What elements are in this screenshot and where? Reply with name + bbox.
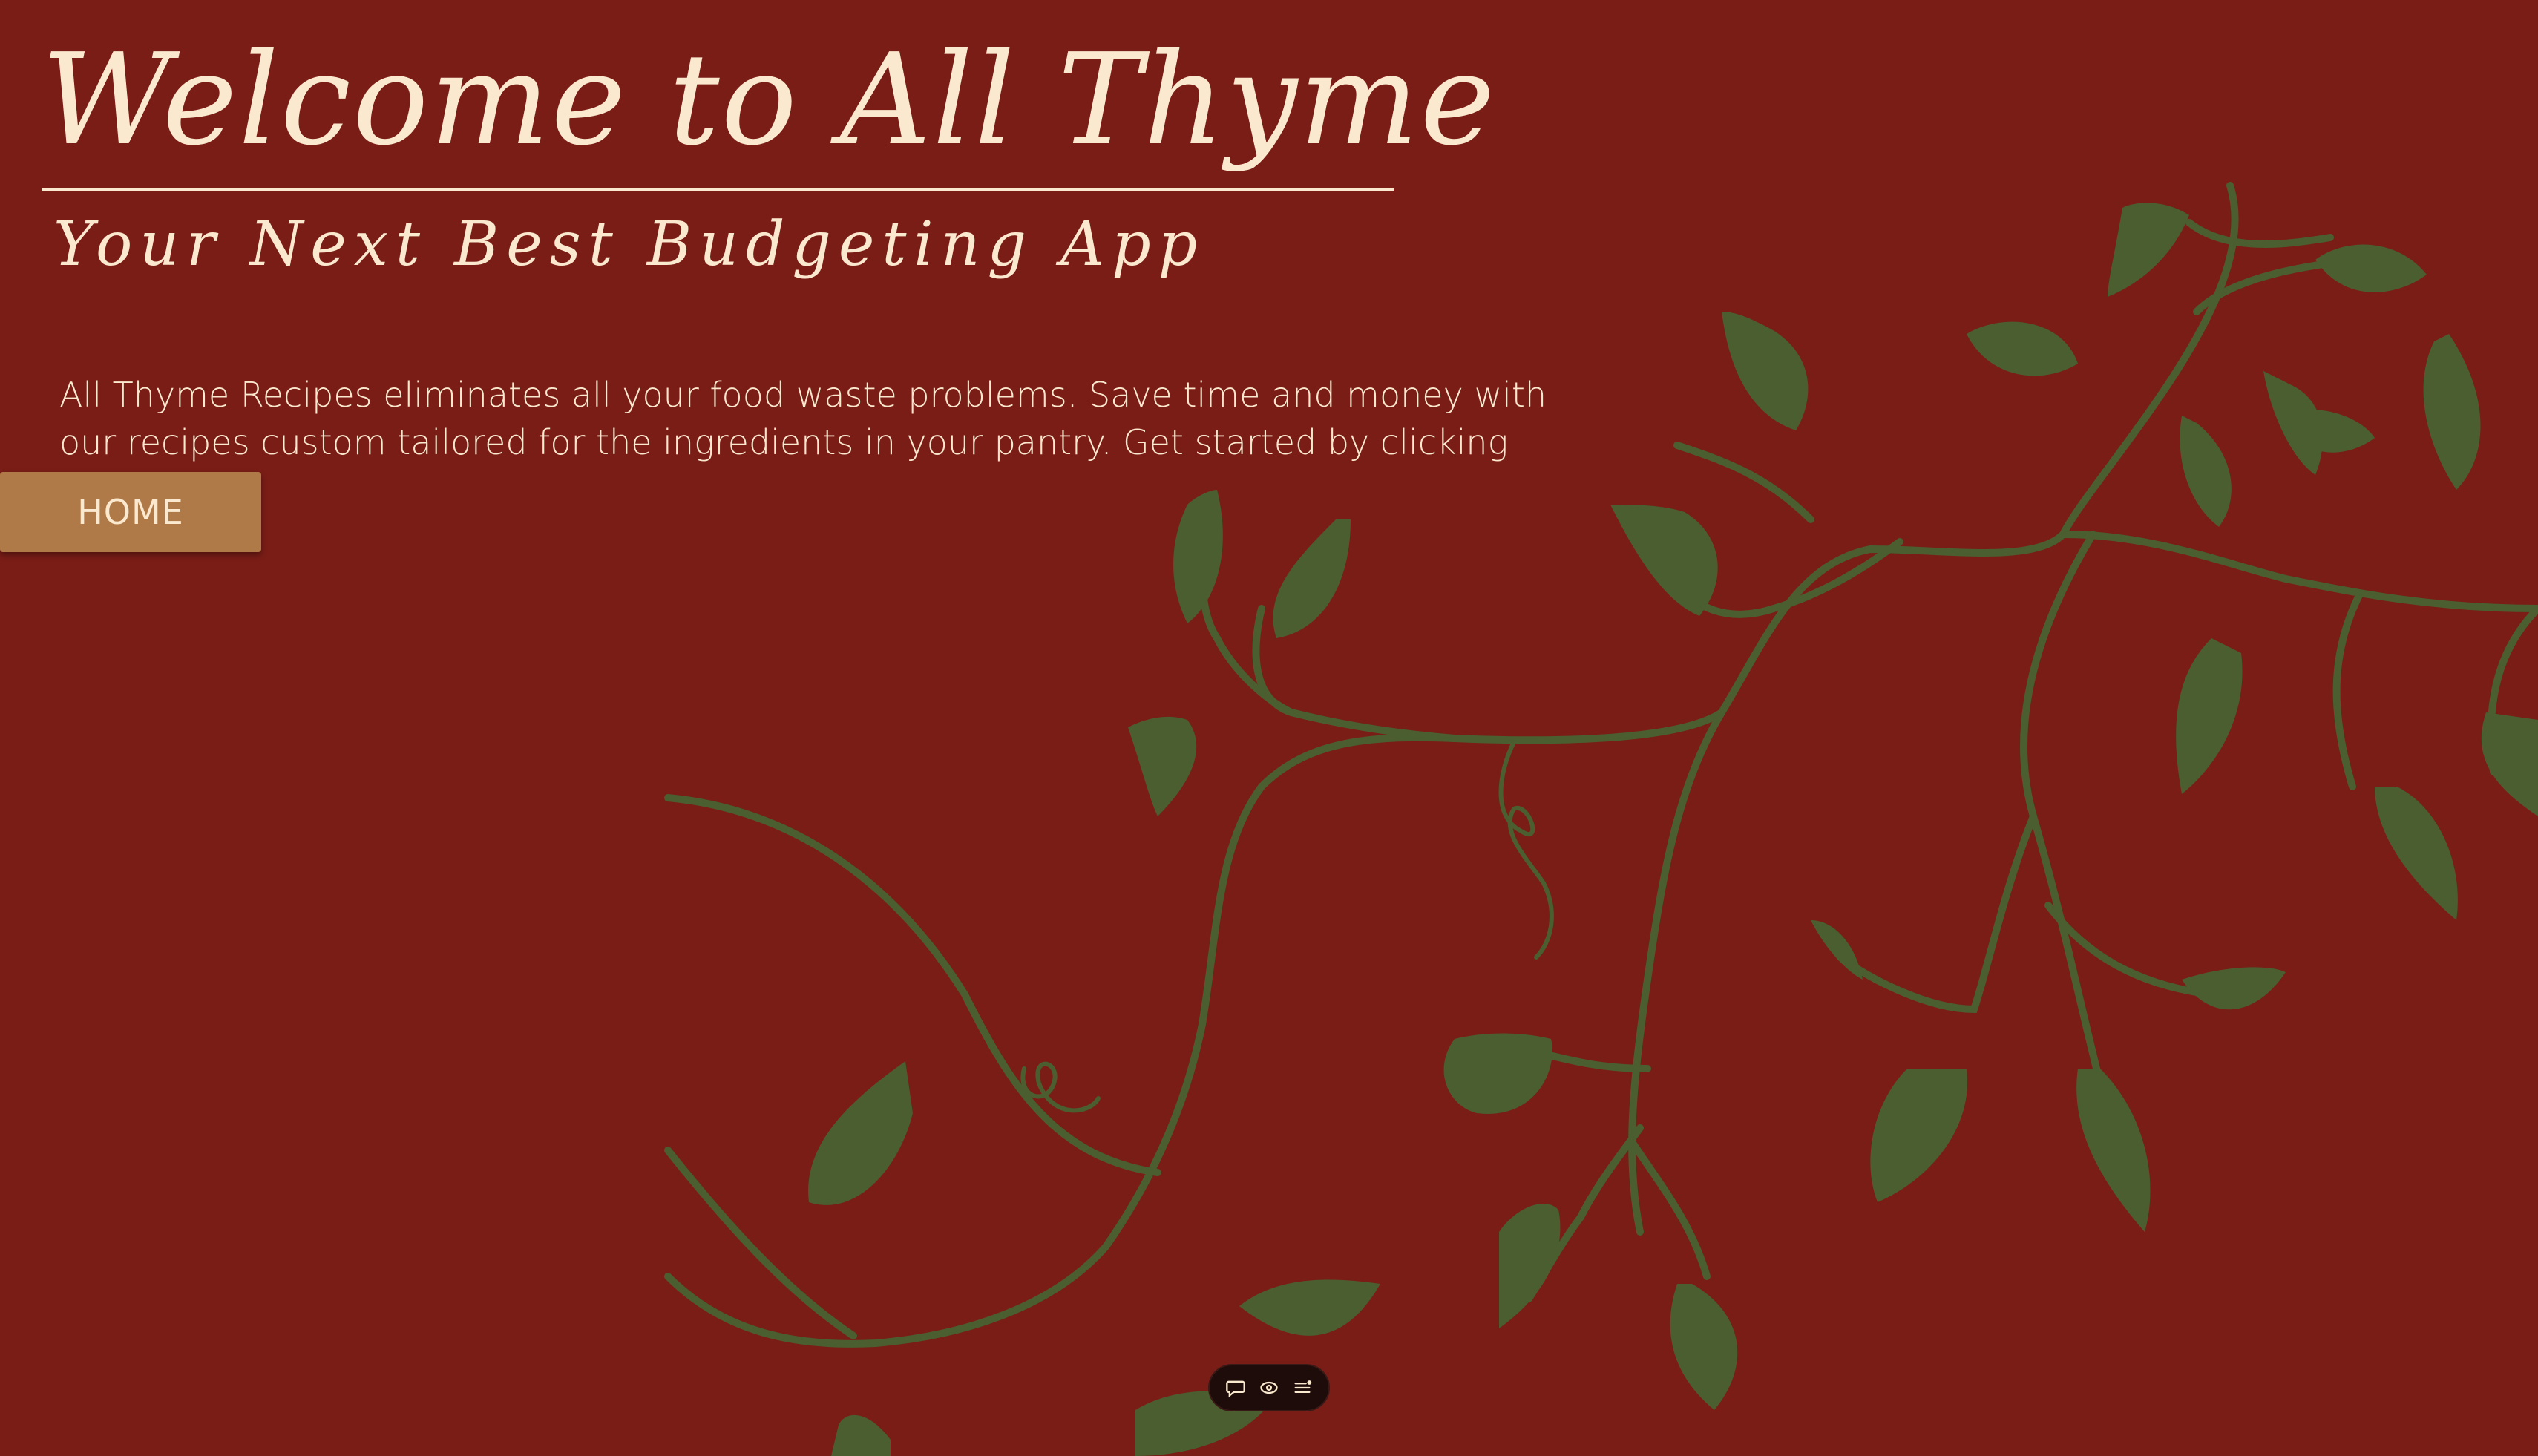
floating-toolbar — [1208, 1364, 1330, 1411]
intro-description: All Thyme Recipes eliminates all your fo… — [59, 375, 1547, 510]
eye-icon[interactable] — [1254, 1373, 1284, 1403]
comment-icon[interactable] — [1221, 1373, 1250, 1403]
landing-page: Welcome to All Thyme Your Next Best Budg… — [0, 0, 2538, 1456]
menu-icon[interactable] — [1288, 1373, 1317, 1403]
title-underline — [42, 188, 1394, 191]
page-title: Welcome to All Thyme — [42, 27, 1497, 174]
page-subtitle: Your Next Best Budgeting App — [53, 209, 1205, 280]
home-button[interactable]: HOME — [0, 472, 261, 552]
